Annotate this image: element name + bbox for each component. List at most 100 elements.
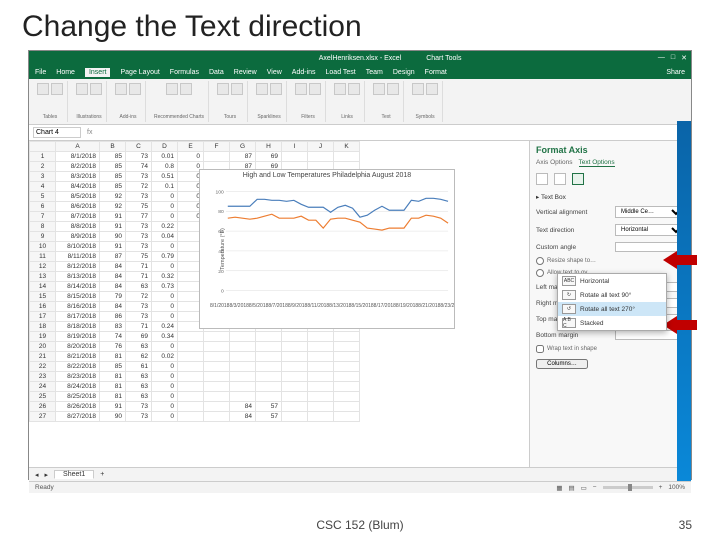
minimize-icon[interactable]: — xyxy=(658,54,665,62)
tab-addins[interactable]: Add-ins xyxy=(292,69,316,76)
add-sheet-icon[interactable]: + xyxy=(100,471,104,478)
tab-design[interactable]: Design xyxy=(393,69,415,76)
text-effects-icon[interactable] xyxy=(554,173,566,185)
sheet-nav-prev-icon[interactable]: ◂ xyxy=(35,471,39,479)
overflow-radio[interactable] xyxy=(536,269,544,277)
tab-loadtest[interactable]: Load Test xyxy=(326,69,356,76)
ribbon-button-icon[interactable] xyxy=(37,83,49,95)
tab-formulas[interactable]: Formulas xyxy=(170,69,199,76)
column-header[interactable]: F xyxy=(204,142,230,152)
fx-icon[interactable]: fx xyxy=(87,129,92,136)
tab-pagelayout[interactable]: Page Layout xyxy=(120,69,159,76)
sheet-nav-next-icon[interactable]: ▸ xyxy=(45,471,49,479)
view-normal-icon[interactable]: ▦ xyxy=(556,484,562,492)
ribbon-button-icon[interactable] xyxy=(334,83,346,95)
name-box[interactable] xyxy=(33,127,81,138)
table-row[interactable]: 198/19/201874690.34 xyxy=(30,332,360,342)
textdir-option-horizontal[interactable]: ABCHorizontal xyxy=(558,274,666,288)
ribbon-button-icon[interactable] xyxy=(180,83,192,95)
resize-radio[interactable] xyxy=(536,257,544,265)
column-header[interactable]: E xyxy=(178,142,204,152)
text-fill-icon[interactable] xyxy=(536,173,548,185)
table-row[interactable]: 268/26/2018917308457 xyxy=(30,402,360,412)
table-row[interactable]: 218/21/201881620.02 xyxy=(30,352,360,362)
pane-tab-axis-options[interactable]: Axis Options xyxy=(536,159,573,167)
ribbon-button-icon[interactable] xyxy=(129,83,141,95)
table-row[interactable]: 208/20/201876630 xyxy=(30,342,360,352)
zoom-level[interactable]: 100% xyxy=(668,484,685,491)
column-header[interactable] xyxy=(30,142,56,152)
textbox-icon[interactable] xyxy=(572,173,584,185)
maximize-icon[interactable]: □ xyxy=(671,54,675,62)
columns-button[interactable]: Columns… xyxy=(536,359,588,369)
pane-tab-text-options[interactable]: Text Options xyxy=(579,159,615,167)
pane-title: Format Axis xyxy=(536,145,685,155)
ribbon-button-icon[interactable] xyxy=(387,83,399,95)
ribbon-button-icon[interactable] xyxy=(256,83,268,95)
tab-home[interactable]: Home xyxy=(56,69,75,76)
zoom-out-icon[interactable]: − xyxy=(593,484,597,491)
tab-view[interactable]: View xyxy=(267,69,282,76)
column-header[interactable]: J xyxy=(308,142,334,152)
ribbon-button-icon[interactable] xyxy=(412,83,424,95)
textdir-select[interactable]: Horizontal xyxy=(615,224,685,236)
ribbon-button-icon[interactable] xyxy=(295,83,307,95)
textdir-option-stacked[interactable]: A B CStacked xyxy=(558,316,666,330)
table-row[interactable]: 18/1/201885730.0108769 xyxy=(30,152,360,162)
valign-select[interactable]: Middle Ce… xyxy=(615,206,685,218)
excel-window: AxelHenriksen.xlsx - Excel Chart Tools —… xyxy=(28,50,692,480)
ribbon-button-icon[interactable] xyxy=(115,83,127,95)
ribbon-button-icon[interactable] xyxy=(231,83,243,95)
tab-review[interactable]: Review xyxy=(234,69,257,76)
tab-data[interactable]: Data xyxy=(209,69,224,76)
table-row[interactable]: 248/24/201881630 xyxy=(30,382,360,392)
column-header[interactable]: H xyxy=(256,142,282,152)
worksheet[interactable]: ABCDEFGHIJK18/1/201885730.010876928/2/20… xyxy=(29,141,529,467)
column-header[interactable]: B xyxy=(100,142,126,152)
close-icon[interactable]: ✕ xyxy=(681,54,687,62)
column-header[interactable]: K xyxy=(334,142,360,152)
ribbon-button-icon[interactable] xyxy=(51,83,63,95)
view-pagebreak-icon[interactable]: ▭ xyxy=(581,484,587,492)
tab-format[interactable]: Format xyxy=(425,69,447,76)
chart-title: High and Low Temperatures Philadelphia A… xyxy=(200,170,454,181)
wrap-checkbox[interactable] xyxy=(536,345,544,353)
textdir-option-rotate90[interactable]: ↻Rotate all text 90° xyxy=(558,288,666,302)
table-row[interactable]: 258/25/201881630 xyxy=(30,392,360,402)
ribbon-button-icon[interactable] xyxy=(426,83,438,95)
column-header[interactable]: C xyxy=(126,142,152,152)
column-header[interactable]: I xyxy=(282,142,308,152)
tab-file[interactable]: File xyxy=(35,69,46,76)
table-row[interactable]: 238/23/201881630 xyxy=(30,372,360,382)
chart-x-axis[interactable]: 8/1/20188/3/20188/5/20188/7/20188/9/2018… xyxy=(200,303,454,309)
column-header[interactable]: G xyxy=(230,142,256,152)
tab-team[interactable]: Team xyxy=(366,69,383,76)
callout-arrow-1 xyxy=(663,251,697,269)
embedded-chart[interactable]: High and Low Temperatures Philadelphia A… xyxy=(199,169,455,329)
ribbon-button-icon[interactable] xyxy=(373,83,385,95)
ribbon-button-icon[interactable] xyxy=(166,83,178,95)
ribbon-button-icon[interactable] xyxy=(217,83,229,95)
zoom-slider[interactable] xyxy=(603,486,653,489)
tab-insert[interactable]: Insert xyxy=(85,68,111,77)
resize-label: Resize shape to… xyxy=(547,258,596,264)
ribbon-group: Symbols xyxy=(408,81,443,122)
view-pagelayout-icon[interactable]: ▤ xyxy=(568,484,574,492)
textdir-option-rotate270[interactable]: ↺Rotate all text 270° xyxy=(558,302,666,316)
zoom-in-icon[interactable]: + xyxy=(659,484,663,491)
ribbon-button-icon[interactable] xyxy=(270,83,282,95)
ribbon-button-icon[interactable] xyxy=(76,83,88,95)
column-header[interactable]: D xyxy=(152,142,178,152)
ribbon-button-icon[interactable] xyxy=(348,83,360,95)
svg-text:100: 100 xyxy=(216,189,225,195)
column-header[interactable]: A xyxy=(56,142,100,152)
share-button[interactable]: Share xyxy=(666,69,685,76)
sheet-tab[interactable]: Sheet1 xyxy=(54,470,94,479)
ribbon-button-icon[interactable] xyxy=(309,83,321,95)
table-row[interactable]: 278/27/2018907308457 xyxy=(30,412,360,422)
svg-text:80: 80 xyxy=(218,209,224,215)
valign-label: Vertical alignment xyxy=(536,209,587,216)
section-textbox[interactable]: ▸ Text Box xyxy=(536,193,685,201)
ribbon-button-icon[interactable] xyxy=(90,83,102,95)
table-row[interactable]: 228/22/201885610 xyxy=(30,362,360,372)
